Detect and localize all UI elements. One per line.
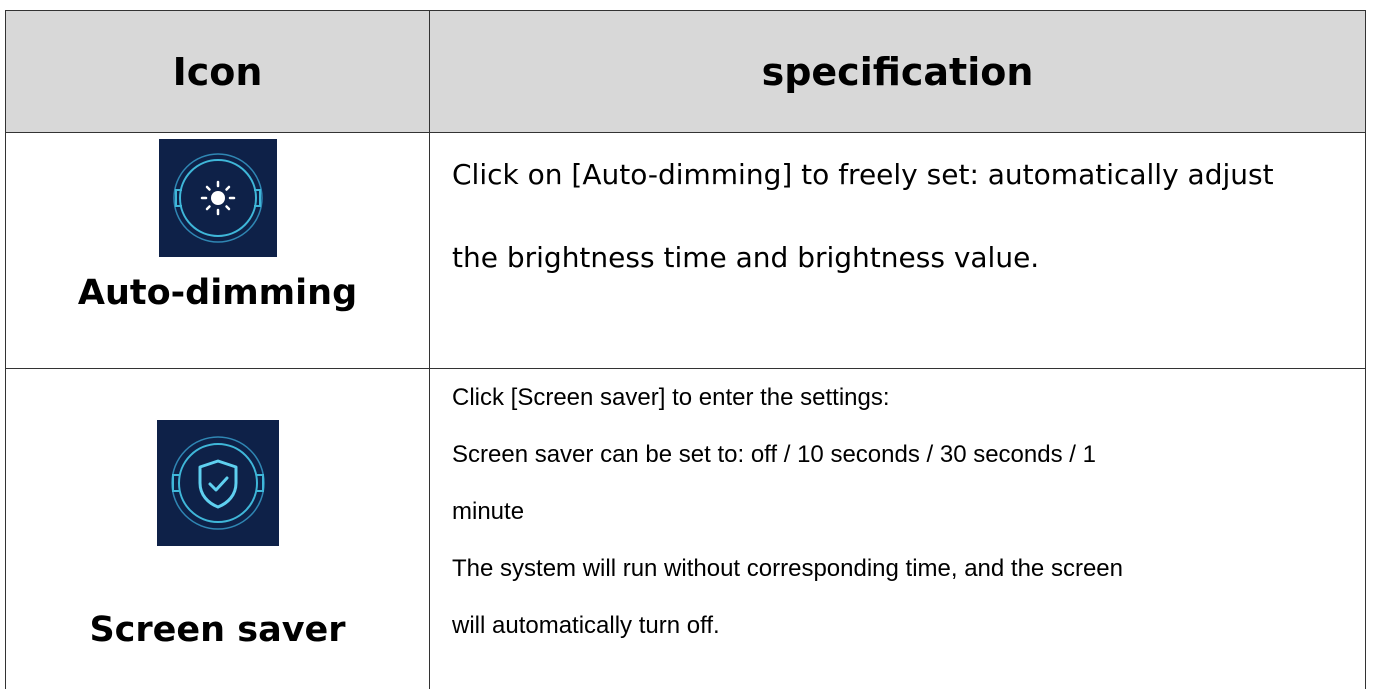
spec-line: Click [Screen saver] to enter the settin…	[452, 369, 1365, 426]
specification-cell: Click on [Auto-dimming] to freely set: a…	[430, 133, 1366, 369]
spec-line: will automatically turn off.	[452, 597, 1365, 654]
header-specification-column: specification	[430, 11, 1366, 133]
table-header-row: Icon specification	[6, 11, 1366, 133]
icon-cell: Screen saver	[6, 369, 430, 689]
spec-line: Screen saver can be set to: off / 10 sec…	[452, 426, 1365, 483]
spec-line: The system will run without correspondin…	[452, 540, 1365, 597]
spec-line: minute	[452, 483, 1365, 540]
icon-cell: Auto-dimming	[6, 133, 430, 369]
shield-check-icon	[157, 420, 279, 546]
header-icon-column: Icon	[6, 11, 430, 133]
table-row: Screen saver Click [Screen saver] to ent…	[6, 369, 1366, 689]
icon-label: Auto-dimming	[6, 273, 429, 313]
table-row: Auto-dimming Click on [Auto-dimming] to …	[6, 133, 1366, 369]
icon-label: Screen saver	[6, 610, 429, 650]
specification-cell: Click [Screen saver] to enter the settin…	[430, 369, 1366, 689]
spec-table: Icon specification	[5, 10, 1366, 689]
spec-line: Click on [Auto-dimming] to freely set: a…	[452, 133, 1365, 216]
spec-line: the brightness time and brightness value…	[452, 216, 1365, 299]
brightness-icon	[159, 139, 277, 257]
